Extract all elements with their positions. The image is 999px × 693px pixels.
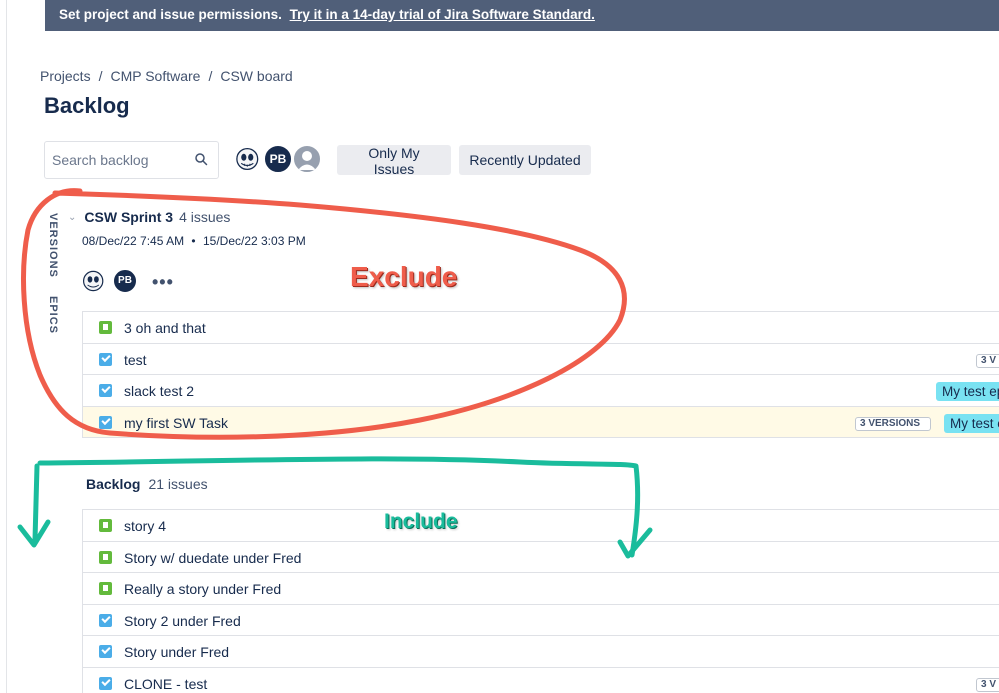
epic-lozenge: My test e [944, 413, 999, 433]
chevron-down-icon[interactable]: ⌄ [68, 212, 76, 223]
trial-banner: Set project and issue permissions. Try i… [45, 0, 999, 31]
backlog-issue-list: story 4 Story w/ duedate under Fred Real… [82, 509, 999, 693]
epic-lozenge: My test ep [936, 382, 999, 401]
backlog-issue-row[interactable]: story 4 [82, 510, 999, 542]
date-separator: • [191, 234, 196, 248]
task-type-icon [99, 645, 112, 658]
sprint-pb-avatar[interactable]: PB [112, 268, 138, 294]
recently-updated-button[interactable]: Recently Updated [459, 145, 591, 175]
task-type-icon [99, 384, 112, 397]
sprint-more-actions-icon[interactable]: ••• [152, 272, 174, 293]
search-icon [195, 153, 208, 166]
backlog-issue-count: 21 issues [148, 476, 208, 492]
breadcrumb-project[interactable]: CMP Software [110, 68, 200, 84]
default-user-avatar[interactable] [292, 144, 322, 174]
issue-summary: Story w/ duedate under Fred [124, 549, 302, 566]
exclude-annotation-text: Exclude [350, 261, 458, 292]
issue-summary: CLONE - test [124, 675, 208, 692]
sprint-name: CSW Sprint 3 [84, 209, 174, 225]
sprint-end-date: 15/Dec/22 3:03 PM [202, 234, 306, 248]
issue-summary: test [124, 351, 147, 368]
page-title: Backlog [44, 93, 130, 118]
task-type-icon [99, 415, 112, 429]
left-divider [6, 0, 7, 693]
versions-panel-tab[interactable]: VERSIONS [47, 213, 59, 278]
sprint-issue-row[interactable]: test 3 V [82, 343, 999, 375]
issue-summary: Really a story under Fred [124, 581, 282, 597]
backlog-issue-row[interactable]: CLONE - test 3 V [82, 667, 999, 693]
backlog-header[interactable]: Backlog 21 issues [86, 476, 208, 492]
backlog-issue-row[interactable]: Story under Fred [82, 636, 999, 668]
include-left-arrow-annotation [17, 463, 51, 548]
sprint-start-date: 08/Dec/22 7:45 AM [82, 234, 185, 248]
breadcrumb-board[interactable]: CSW board [220, 68, 292, 84]
version-lozenge: 3 VERSIONS [855, 416, 931, 431]
jack-skull-avatar[interactable] [234, 144, 264, 174]
sprint-header[interactable]: ⌄ CSW Sprint 3 4 issues [68, 209, 230, 225]
skull-face-icon [236, 147, 259, 171]
skull-face-icon [83, 270, 104, 292]
sprint-issue-row[interactable]: 3 oh and that [82, 312, 999, 344]
task-type-icon [99, 676, 112, 690]
sprint-issue-row[interactable]: my first SW Task 3 VERSIONS My test e [82, 406, 999, 438]
sprint-issue-list: 3 oh and that test 3 V slack test 2 My t… [82, 311, 999, 438]
issue-summary: story 4 [124, 518, 167, 534]
banner-trial-link[interactable]: Try it in a 14-day trial of Jira Softwar… [290, 7, 595, 22]
sprint-jack-avatar[interactable] [80, 267, 107, 294]
only-my-issues-button[interactable]: Only My Issues [337, 145, 451, 177]
sprint-issue-row[interactable]: slack test 2 My test ep [82, 375, 999, 407]
banner-text: Set project and issue permissions. [59, 7, 282, 22]
version-lozenge: 3 V [976, 677, 999, 692]
issue-summary: my first SW Task [124, 414, 228, 431]
backlog-issue-row[interactable]: Really a story under Fred [82, 573, 999, 605]
pb-avatar[interactable]: PB [263, 144, 293, 174]
task-type-icon [99, 352, 112, 366]
sprint-issue-count: 4 issues [179, 209, 231, 225]
epics-panel-tab[interactable]: EPICS [47, 296, 59, 334]
story-type-icon [99, 582, 112, 595]
backlog-name: Backlog [86, 476, 141, 492]
story-type-icon [99, 550, 112, 564]
issue-summary: Story under Fred [124, 644, 230, 660]
issue-summary: Story 2 under Fred [124, 612, 241, 629]
issue-summary: slack test 2 [124, 383, 195, 399]
sprint-dates: 08/Dec/22 7:45 AM • 15/Dec/22 3:03 PM [82, 234, 306, 248]
task-type-icon [99, 613, 112, 627]
story-type-icon [99, 321, 112, 334]
include-annotation-text: Include [384, 510, 458, 533]
backlog-issue-row[interactable]: Story 2 under Fred [82, 604, 999, 636]
breadcrumb-projects[interactable]: Projects [40, 68, 91, 84]
version-lozenge: 3 V [976, 353, 999, 368]
user-icon [298, 151, 316, 170]
backlog-issue-row[interactable]: Story w/ duedate under Fred [82, 541, 999, 573]
breadcrumb: Projects / CMP Software / CSW board [40, 68, 293, 84]
search-backlog-box[interactable] [44, 141, 219, 179]
search-input[interactable] [52, 152, 192, 168]
story-type-icon [99, 519, 112, 532]
issue-summary: 3 oh and that [124, 320, 206, 336]
